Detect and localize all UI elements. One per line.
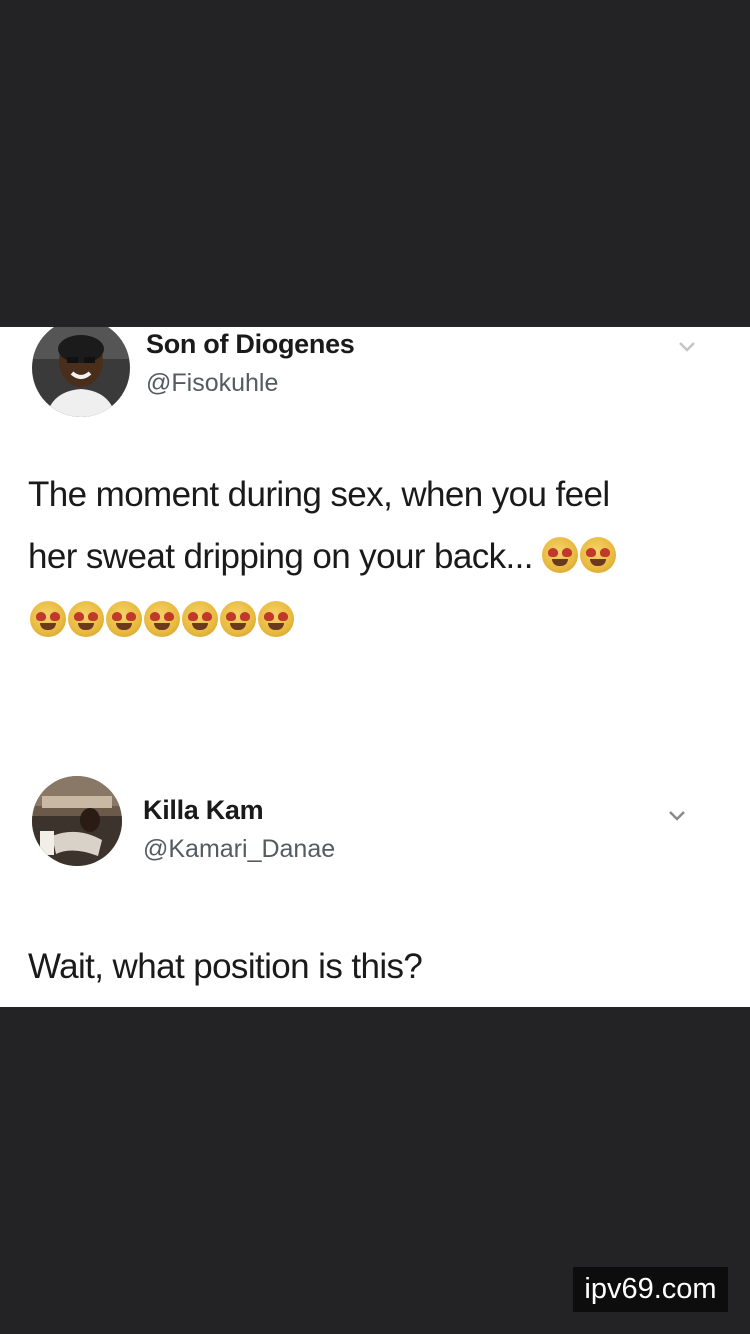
heart-eyes-emoji-icon [30,601,66,637]
avatar[interactable] [32,776,122,866]
heart-eyes-emoji-icon [68,601,104,637]
chevron-down-icon[interactable] [677,340,697,354]
person-avatar-icon [32,327,130,417]
tweet-text-line: The moment during sex, when you feel [28,475,610,514]
watermark-label: ipv69.com [573,1267,728,1312]
author-name[interactable]: Killa Kam [143,795,264,826]
tweet-text-line: her sweat dripping on your back... [28,526,728,588]
tweet-screenshot-card: Son of Diogenes @Fisokuhle The moment du… [0,327,750,1007]
avatar[interactable] [32,327,130,417]
heart-eyes-emoji-icon [220,601,256,637]
emoji-row [30,601,296,637]
heart-eyes-emoji-icon [580,536,617,573]
heart-eyes-emoji-icon [106,601,142,637]
heart-eyes-emoji-icon [182,601,218,637]
tweet-text: Wait, what position is this? [28,947,423,986]
author-name[interactable]: Son of Diogenes [146,329,355,360]
heart-eyes-emoji-icon [144,601,180,637]
heart-eyes-emoji-icon [542,536,579,573]
author-handle[interactable]: @Kamari_Danae [143,835,335,864]
top-letterbox [0,0,750,327]
tweet-text: The moment during sex, when you feel her… [28,464,728,588]
heart-eyes-emoji-icon [258,601,294,637]
tweet-text-line-2: her sweat dripping on your back... [28,537,534,576]
author-handle[interactable]: @Fisokuhle [146,369,278,398]
chevron-down-icon[interactable] [667,809,687,823]
person-avatar-icon [32,776,122,866]
